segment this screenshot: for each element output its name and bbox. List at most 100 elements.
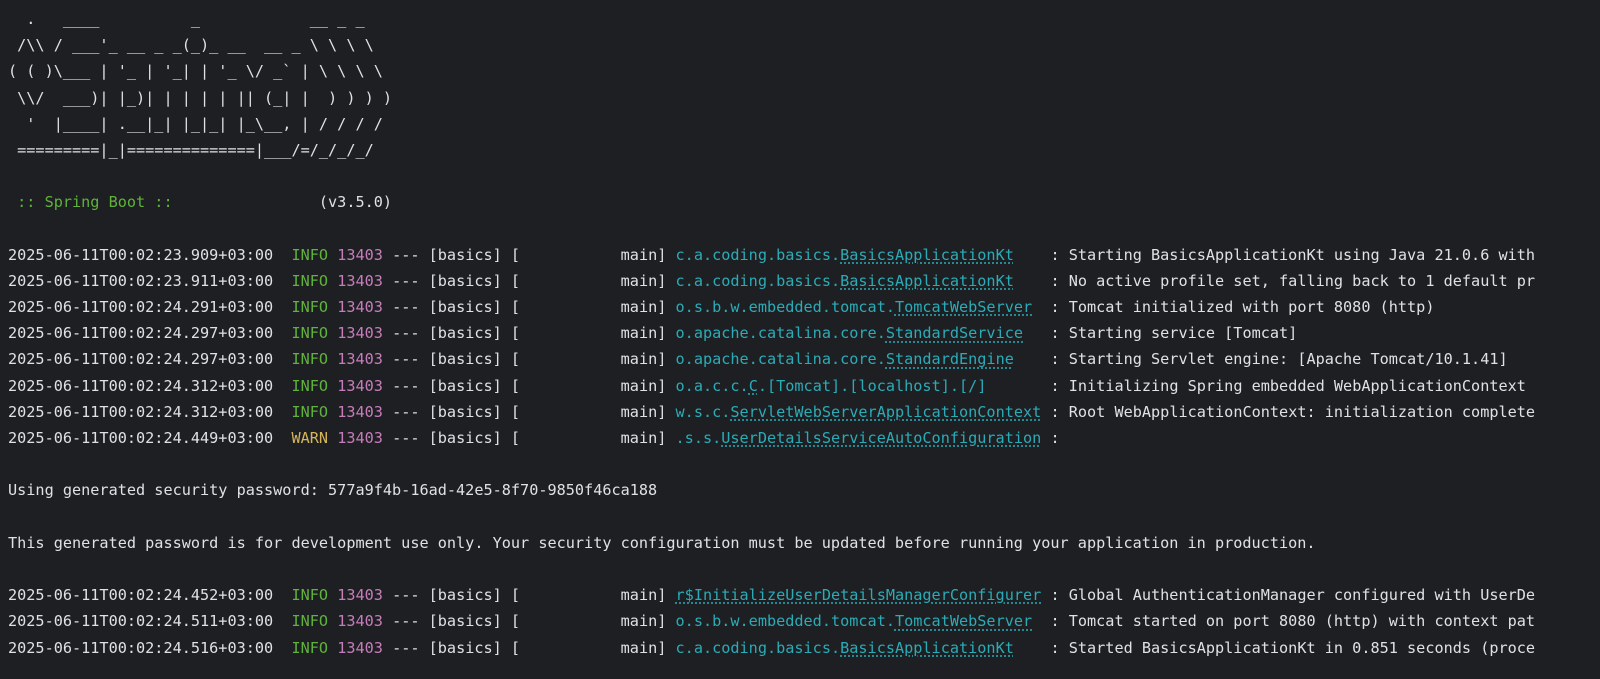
log-logger-class-link[interactable]: StandardEngine bbox=[886, 350, 1014, 368]
log-line: 2025-06-11T00:02:23.909+03:00 INFO 13403… bbox=[8, 242, 1600, 268]
log-message: : Initializing Spring embedded WebApplic… bbox=[1050, 376, 1526, 395]
log-message: : Tomcat started on port 8080 (http) wit… bbox=[1050, 612, 1536, 631]
log-level: INFO bbox=[291, 638, 329, 657]
log-timestamp: 2025-06-11T00:02:24.297+03:00 bbox=[8, 324, 274, 343]
log-logger-package: o.apache.catalina.core. bbox=[675, 350, 886, 369]
log-line: 2025-06-11T00:02:24.297+03:00 INFO 13403… bbox=[8, 346, 1600, 372]
log-logger-class-link[interactable]: BasicsApplicationKt bbox=[840, 246, 1014, 264]
log-logger-class-link[interactable]: C bbox=[749, 377, 758, 395]
log-pid: 13403 bbox=[337, 402, 383, 421]
banner-line: ' |____| .__|_| |_|_| |_\__, | / / / / bbox=[8, 114, 383, 133]
log-logger-padding bbox=[1023, 324, 1050, 342]
log-timestamp: 2025-06-11T00:02:24.312+03:00 bbox=[8, 376, 274, 395]
log-level: INFO bbox=[291, 586, 329, 605]
log-level: INFO bbox=[291, 402, 329, 421]
spring-boot-label: :: Spring Boot :: bbox=[8, 193, 182, 212]
log-logger-class-link[interactable]: StandardService bbox=[886, 324, 1023, 342]
log-message: : Starting BasicsApplicationKt using Jav… bbox=[1050, 245, 1536, 264]
log-timestamp: 2025-06-11T00:02:24.291+03:00 bbox=[8, 298, 274, 317]
log-logger-class-link[interactable]: BasicsApplicationKt bbox=[840, 272, 1014, 290]
log-level: INFO bbox=[291, 245, 329, 264]
log-message: : Starting Servlet engine: [Apache Tomca… bbox=[1050, 350, 1508, 369]
log-timestamp: 2025-06-11T00:02:24.449+03:00 bbox=[8, 429, 274, 447]
log-level: WARN bbox=[291, 429, 329, 447]
log-timestamp: 2025-06-11T00:02:24.511+03:00 bbox=[8, 612, 274, 631]
log-line: 2025-06-11T00:02:24.449+03:00 WARN 13403… bbox=[8, 425, 1600, 451]
log-thread: --- [basics] [ main] bbox=[382, 612, 676, 631]
banner-line: . ____ _ __ _ _ bbox=[8, 10, 365, 28]
log-logger-package: o.a.c.c. bbox=[675, 376, 749, 395]
log-logger-padding bbox=[1014, 246, 1051, 264]
log-pid: 13403 bbox=[337, 612, 383, 631]
log-message: : Global AuthenticationManager configure… bbox=[1050, 586, 1536, 605]
log-logger-padding bbox=[1014, 639, 1051, 657]
log-logger-class-link[interactable]: ServletWebServerApplicationContext bbox=[730, 403, 1041, 421]
log-logger-class-link[interactable]: TomcatWebServer bbox=[895, 612, 1032, 630]
log-thread: --- [basics] [ main] bbox=[382, 245, 676, 264]
log-timestamp: 2025-06-11T00:02:23.911+03:00 bbox=[8, 271, 274, 290]
log-thread: --- [basics] [ main] bbox=[382, 271, 676, 290]
log-line: 2025-06-11T00:02:24.516+03:00 INFO 13403… bbox=[8, 635, 1600, 661]
log-line: 2025-06-11T00:02:24.312+03:00 INFO 13403… bbox=[8, 399, 1600, 425]
log-level: INFO bbox=[291, 324, 329, 343]
log-logger-class-link[interactable]: TomcatWebServer bbox=[895, 298, 1032, 316]
log-logger-package: c.a.coding.basics. bbox=[675, 245, 841, 264]
log-pid: 13403 bbox=[337, 324, 383, 343]
log-logger-class-link[interactable]: r$InitializeUserDetailsManagerConfigurer bbox=[676, 586, 1042, 604]
log-level: INFO bbox=[291, 271, 329, 290]
log-pid: 13403 bbox=[337, 376, 383, 395]
log-logger-class-link[interactable]: UserDetailsServiceAutoConfiguration bbox=[721, 429, 1041, 447]
log-pid: 13403 bbox=[337, 429, 383, 447]
log-logger-package: c.a.coding.basics. bbox=[675, 271, 841, 290]
log-logger-padding bbox=[1032, 612, 1050, 630]
banner-line: /\\ / ___'_ __ _ _(_)_ __ __ _ \ \ \ \ bbox=[8, 36, 374, 55]
log-pid: 13403 bbox=[337, 298, 383, 317]
log-logger-package: w.s.c. bbox=[675, 402, 731, 421]
log-message: : bbox=[1050, 429, 1060, 447]
log-line: 2025-06-11T00:02:24.312+03:00 INFO 13403… bbox=[8, 373, 1600, 399]
log-timestamp: 2025-06-11T00:02:24.452+03:00 bbox=[8, 586, 274, 605]
log-thread: --- [basics] [ main] bbox=[382, 429, 676, 447]
log-timestamp: 2025-06-11T00:02:23.909+03:00 bbox=[8, 245, 274, 264]
spring-banner: . ____ _ __ _ _ /\\ / ___'_ __ _ _(_)_ _… bbox=[8, 6, 1600, 163]
log-logger-class-link[interactable]: BasicsApplicationKt bbox=[840, 639, 1014, 657]
banner-line: ( ( )\___ | '_ | '_| | '_ \/ _` | \ \ \ … bbox=[8, 62, 383, 81]
log-logger-package: c.a.coding.basics. bbox=[675, 638, 841, 657]
log-timestamp: 2025-06-11T00:02:24.297+03:00 bbox=[8, 350, 274, 369]
log-thread: --- [basics] [ main] bbox=[382, 324, 676, 343]
console-output[interactable]: . ____ _ __ _ _ /\\ / ___'_ __ _ _(_)_ _… bbox=[8, 6, 1600, 661]
log-message: : Starting service [Tomcat] bbox=[1050, 324, 1298, 343]
banner-line: \\/ ___)| |_)| | | | | || (_| | ) ) ) ) bbox=[8, 88, 393, 107]
log-pid: 13403 bbox=[337, 271, 383, 290]
log-logger-padding bbox=[986, 377, 1050, 395]
log-pid: 13403 bbox=[337, 350, 383, 369]
log-level: INFO bbox=[291, 612, 329, 631]
log-thread: --- [basics] [ main] bbox=[382, 350, 676, 369]
log-line: 2025-06-11T00:02:24.452+03:00 INFO 13403… bbox=[8, 582, 1600, 608]
log-message: : No active profile set, falling back to… bbox=[1050, 271, 1536, 290]
log-logger-package: o.s.b.w.embedded.tomcat. bbox=[675, 612, 895, 631]
security-password-line[interactable]: Using generated security password: 577a9… bbox=[8, 477, 1600, 503]
log-line: 2025-06-11T00:02:24.511+03:00 INFO 13403… bbox=[8, 608, 1600, 634]
log-logger-tail: .[Tomcat].[localhost].[/] bbox=[757, 376, 987, 395]
log-level: INFO bbox=[291, 376, 329, 395]
log-thread: --- [basics] [ main] bbox=[382, 376, 676, 395]
log-thread: --- [basics] [ main] bbox=[382, 586, 676, 605]
log-message: : Tomcat initialized with port 8080 (htt… bbox=[1050, 298, 1435, 317]
log-thread: --- [basics] [ main] bbox=[382, 402, 676, 421]
log-line: 2025-06-11T00:02:23.911+03:00 INFO 13403… bbox=[8, 268, 1600, 294]
log-logger-package: o.s.b.w.embedded.tomcat. bbox=[675, 298, 895, 317]
banner-line: =========|_|==============|___/=/_/_/_/ bbox=[8, 140, 374, 159]
log-message: : Started BasicsApplicationKt in 0.851 s… bbox=[1050, 638, 1536, 657]
log-pid: 13403 bbox=[337, 638, 383, 657]
log-logger-package: .s.s. bbox=[675, 429, 722, 447]
log-pid: 13403 bbox=[337, 586, 383, 605]
log-line: 2025-06-11T00:02:24.291+03:00 INFO 13403… bbox=[8, 294, 1600, 320]
log-level: INFO bbox=[291, 298, 329, 317]
spring-boot-version: (v3.5.0) bbox=[181, 193, 393, 212]
